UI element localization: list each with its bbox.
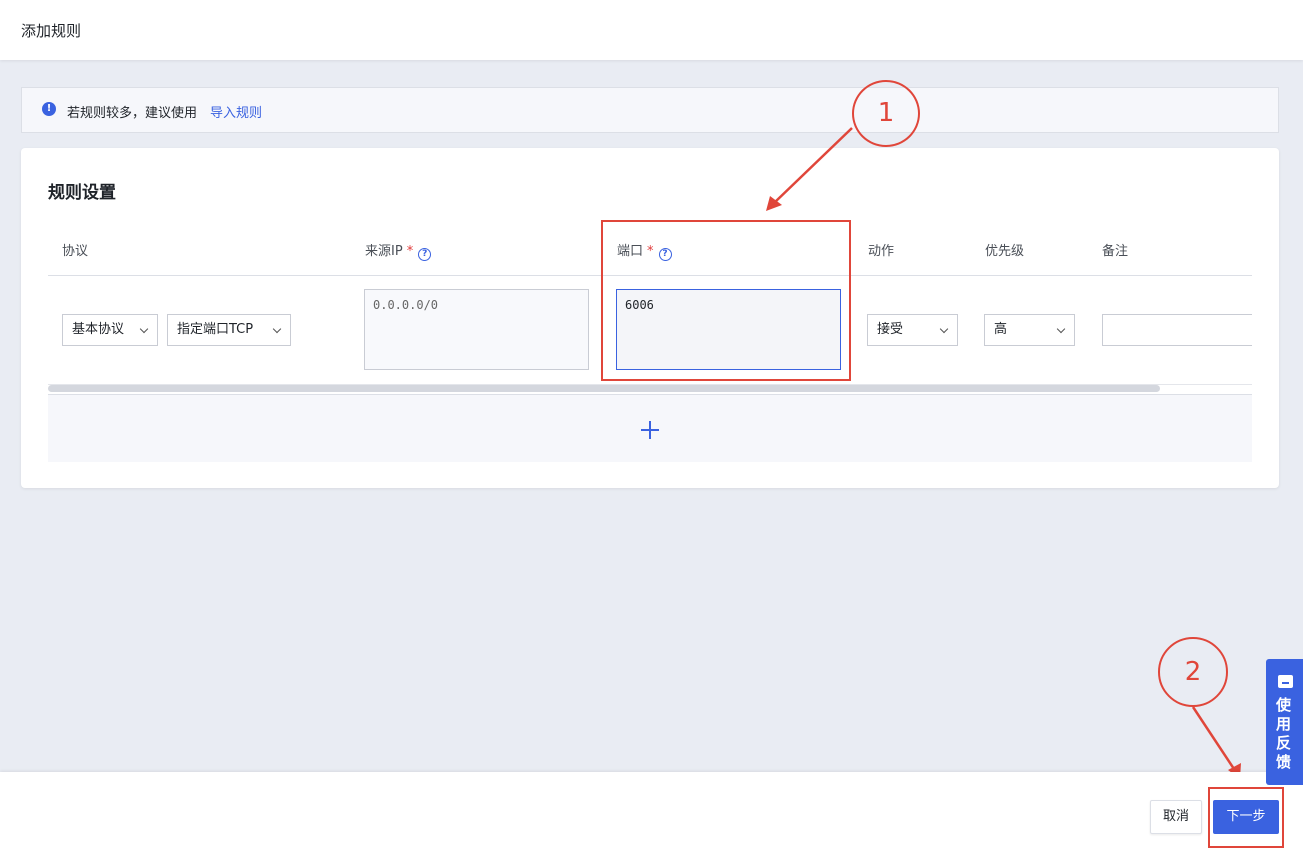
- column-priority: 优先级: [985, 240, 1024, 259]
- annotation-marker-1: 1: [852, 80, 920, 147]
- column-source-ip: 来源IP *?: [365, 240, 432, 261]
- column-priority-label: 优先级: [985, 244, 1025, 259]
- protocol-port-value: 指定端口TCP: [177, 322, 254, 337]
- feedback-tab[interactable]: 使用反馈: [1266, 659, 1303, 785]
- action-value: 接受: [877, 322, 904, 337]
- protocol-type-value: 基本协议: [72, 322, 125, 337]
- page-title: 添加规则: [21, 22, 82, 40]
- source-ip-placeholder: 0.0.0.0/0: [373, 298, 439, 312]
- column-action: 动作: [868, 240, 894, 259]
- bottom-bar: 取消 下一步: [0, 772, 1303, 857]
- column-protocol: 协议: [62, 240, 88, 259]
- action-select[interactable]: 接受: [867, 314, 958, 346]
- priority-select[interactable]: 高: [984, 314, 1075, 346]
- top-bar: 添加规则: [0, 0, 1303, 60]
- section-title: 规则设置: [48, 183, 116, 203]
- import-rules-link[interactable]: 导入规则: [210, 102, 262, 121]
- annotation-arrow-2: [1191, 706, 1238, 773]
- chevron-down-icon: [139, 324, 149, 334]
- cancel-button[interactable]: 取消: [1150, 800, 1202, 834]
- column-protocol-label: 协议: [62, 244, 89, 259]
- required-mark: *: [406, 244, 414, 259]
- priority-value: 高: [994, 322, 1008, 337]
- plus-icon: [649, 421, 651, 439]
- annotation-marker-2: 2: [1158, 637, 1228, 707]
- column-remark: 备注: [1102, 240, 1128, 259]
- column-action-label: 动作: [868, 244, 895, 259]
- remark-input[interactable]: [1102, 314, 1252, 346]
- help-icon[interactable]: ?: [418, 248, 432, 261]
- column-source-ip-label: 来源IP: [365, 244, 403, 259]
- add-rule-button[interactable]: [48, 394, 1252, 462]
- annotation-rect-port: [601, 220, 851, 381]
- notice-banner: ! 若规则较多，建议使用 导入规则: [21, 87, 1279, 133]
- feedback-label: 使用反馈: [1276, 696, 1292, 771]
- annotation-rect-next: [1208, 787, 1284, 848]
- protocol-port-select[interactable]: 指定端口TCP: [167, 314, 291, 346]
- column-remark-label: 备注: [1102, 244, 1129, 259]
- notice-text: 若规则较多，建议使用: [67, 106, 198, 121]
- source-ip-textarea[interactable]: 0.0.0.0/0: [364, 289, 589, 370]
- protocol-type-select[interactable]: 基本协议: [62, 314, 158, 346]
- chevron-down-icon: [1056, 324, 1066, 334]
- chevron-down-icon: [939, 324, 949, 334]
- horizontal-scrollbar[interactable]: [48, 385, 1160, 392]
- message-icon: [1278, 675, 1293, 688]
- chevron-down-icon: [272, 324, 282, 334]
- info-icon: !: [42, 102, 56, 116]
